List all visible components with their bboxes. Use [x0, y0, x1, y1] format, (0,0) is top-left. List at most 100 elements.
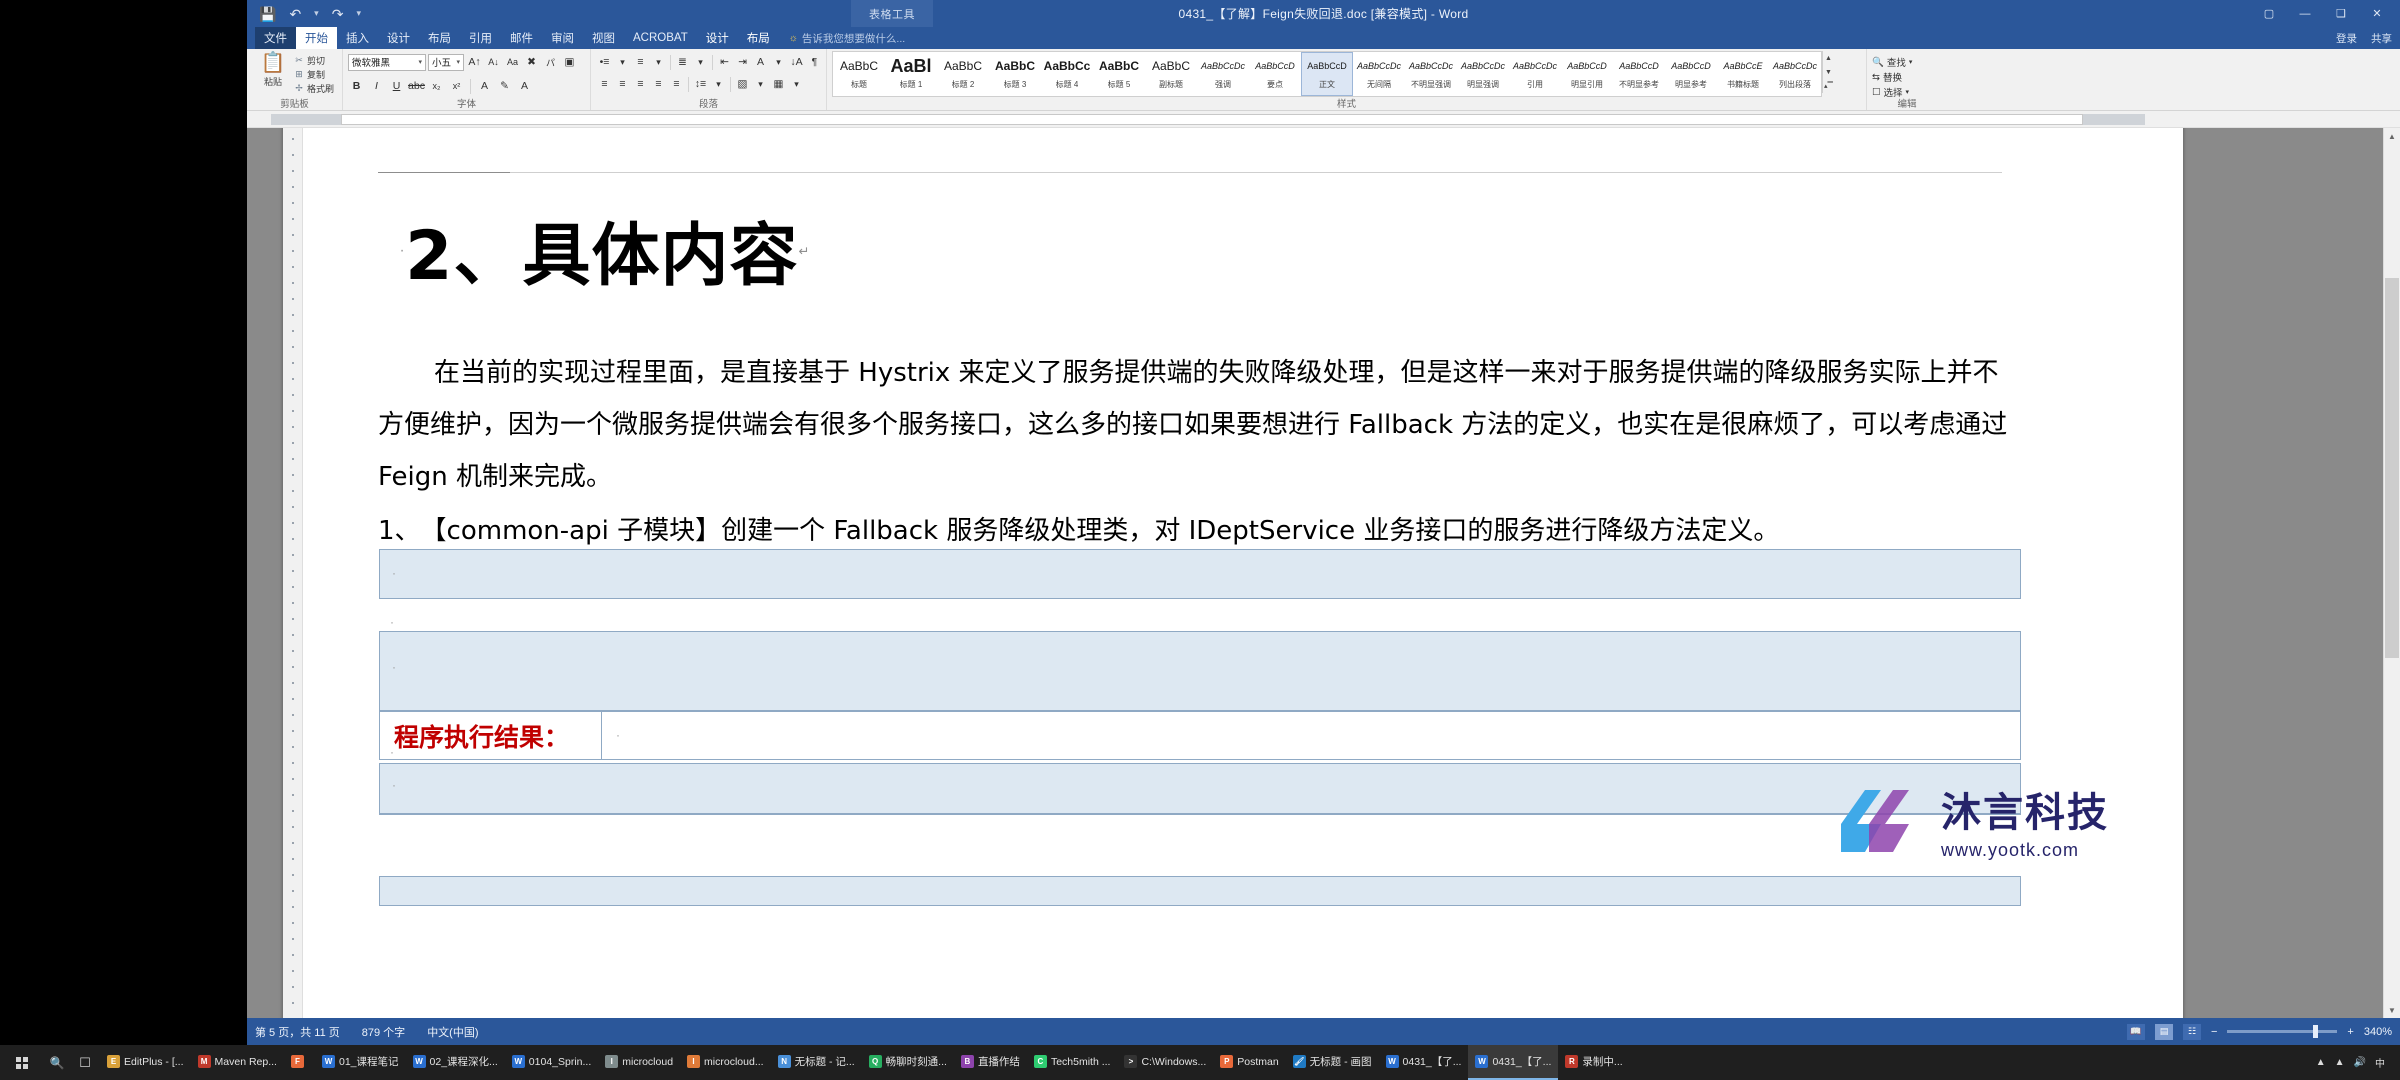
text-effects-icon[interactable]: A: [476, 78, 493, 95]
style-item[interactable]: AaBbC 标题 2: [937, 52, 989, 96]
taskbar-item[interactable]: C Tech5mith ...: [1027, 1045, 1118, 1080]
align-center-icon[interactable]: ≡: [614, 76, 631, 93]
style-item[interactable]: AaBbCcE 书籍标题: [1717, 52, 1769, 96]
language-indicator[interactable]: 中文(中国): [427, 1024, 478, 1040]
close-button[interactable]: ✕: [2360, 0, 2394, 27]
scrollbar-thumb[interactable]: [2385, 278, 2399, 658]
style-item[interactable]: AaBbCcD 明显参考: [1665, 52, 1717, 96]
taskbar-item[interactable]: B 直播作结: [954, 1045, 1027, 1080]
taskbar-item[interactable]: P Postman: [1213, 1045, 1285, 1080]
chevron-down-icon[interactable]: ▾: [770, 54, 787, 71]
phonetic-guide-icon[interactable]: パ: [542, 54, 559, 71]
taskbar-item[interactable]: Imicrocloud...: [680, 1045, 771, 1080]
style-item[interactable]: AaBbC 标题 5: [1093, 52, 1145, 96]
network-icon[interactable]: ▲: [2335, 1057, 2345, 1068]
align-right-icon[interactable]: ≡: [632, 76, 649, 93]
taskbar-item[interactable]: W 0431_【了...: [1379, 1045, 1469, 1080]
strikethrough-icon[interactable]: abc: [408, 78, 425, 95]
taskbar-item[interactable]: N 无标题 - 记...: [771, 1045, 862, 1080]
taskbar-item[interactable]: Imicrocloud: [598, 1045, 680, 1080]
shading-icon[interactable]: ▧: [734, 76, 751, 93]
result-value-cell[interactable]: ·: [602, 712, 2020, 759]
code-table-4[interactable]: [379, 876, 2021, 906]
italic-icon[interactable]: I: [368, 78, 385, 95]
vertical-scrollbar[interactable]: ▲ ▼: [2383, 128, 2400, 1018]
style-item[interactable]: AaBbCcD 要点: [1249, 52, 1301, 96]
underline-icon[interactable]: U: [388, 78, 405, 95]
style-item[interactable]: AaBbCc 标题 4: [1041, 52, 1093, 96]
distribute-icon[interactable]: ≡: [668, 76, 685, 93]
page-indicator[interactable]: 第 5 页，共 11 页: [255, 1024, 340, 1040]
justify-icon[interactable]: ≡: [650, 76, 667, 93]
show-marks-icon[interactable]: ¶: [806, 54, 823, 71]
taskbar-item[interactable]: R 录制中...: [1558, 1045, 1629, 1080]
style-item[interactable]: AaBbCcD 明显引用: [1561, 52, 1613, 96]
scroll-up-icon[interactable]: ▲: [2384, 128, 2400, 144]
zoom-slider[interactable]: [2227, 1025, 2338, 1038]
style-item[interactable]: AaBbCcDc 引用: [1509, 52, 1561, 96]
ribbon-display-options-icon[interactable]: ▢: [2252, 0, 2286, 27]
style-item[interactable]: AaBbCcDc 明显强调: [1457, 52, 1509, 96]
code-table-3[interactable]: ·: [379, 763, 2021, 815]
tab-review[interactable]: 审阅: [542, 27, 583, 49]
tab-file[interactable]: 文件: [255, 27, 296, 49]
line-spacing-icon[interactable]: ↕≡: [692, 76, 709, 93]
style-item[interactable]: AaBbCcD 正文: [1301, 52, 1353, 96]
multilevel-list-icon[interactable]: ≣: [674, 54, 691, 71]
taskbar-item[interactable]: W 01_课程笔记: [315, 1045, 406, 1080]
search-icon[interactable]: 🔍: [44, 1056, 70, 1070]
tab-home[interactable]: 开始: [296, 27, 337, 49]
taskbar-item[interactable]: M Maven Rep...: [191, 1045, 284, 1080]
task-view-icon[interactable]: ☐: [70, 1055, 100, 1071]
superscript-icon[interactable]: x²: [448, 78, 465, 95]
chevron-down-icon[interactable]: ▾: [692, 54, 709, 71]
style-item[interactable]: AaBbCcDc 强调: [1197, 52, 1249, 96]
chevron-down-icon[interactable]: ▾: [752, 76, 769, 93]
chevron-down-icon[interactable]: ▾: [614, 54, 631, 71]
zoom-slider-thumb[interactable]: [2313, 1025, 2319, 1038]
taskbar-item[interactable]: W 0431_【了...: [1468, 1045, 1559, 1080]
clear-formatting-icon[interactable]: ✖: [523, 54, 540, 71]
scroll-down-icon[interactable]: ▼: [2384, 1002, 2400, 1018]
shrink-font-icon[interactable]: A↓: [485, 54, 502, 71]
bold-icon[interactable]: B: [348, 78, 365, 95]
tab-layout[interactable]: 布局: [419, 27, 460, 49]
taskbar-item[interactable]: 🖌 无标题 - 画图: [1286, 1045, 1379, 1080]
grow-font-icon[interactable]: A↑: [466, 54, 483, 71]
sort-icon[interactable]: ↓A: [788, 54, 805, 71]
tab-references[interactable]: 引用: [460, 27, 501, 49]
up-arrow-icon[interactable]: ▲: [2316, 1057, 2326, 1068]
paste-button[interactable]: 📋 粘贴: [252, 51, 294, 88]
share-button[interactable]: 共享: [2371, 31, 2392, 46]
zoom-out-button[interactable]: −: [2211, 1026, 2217, 1038]
restore-button[interactable]: ❑: [2324, 0, 2358, 27]
find-button[interactable]: 🔍 查找 ▾: [1872, 55, 1912, 70]
gallery-down-icon[interactable]: ▼: [1823, 65, 1834, 79]
cut-button[interactable]: ✂ 剪切: [294, 54, 334, 67]
zoom-in-button[interactable]: +: [2347, 1026, 2353, 1038]
style-item[interactable]: AaBbC 标题 3: [989, 52, 1041, 96]
code-table-2-row1[interactable]: ·: [379, 631, 2021, 711]
tab-mailings[interactable]: 邮件: [501, 27, 542, 49]
change-case-icon[interactable]: Aa: [504, 54, 521, 71]
taskbar-item[interactable]: W 0104_Sprin...: [505, 1045, 598, 1080]
volume-icon[interactable]: 🔊: [2354, 1057, 2366, 1068]
style-item[interactable]: AaBbC 副标题: [1145, 52, 1197, 96]
document-canvas[interactable]: ·2、具体内容↵ 在当前的实现过程里面，是直接基于 Hystrix 来定义了服务…: [247, 128, 2400, 1018]
tell-me-box[interactable]: ☼ 告诉我您想要做什么...: [789, 27, 905, 49]
tab-acrobat[interactable]: ACROBAT: [624, 27, 697, 49]
select-button[interactable]: ☐ 选择 ▾: [1872, 85, 1912, 100]
font-color-icon[interactable]: A: [516, 78, 533, 95]
text-highlight-icon[interactable]: ✎: [496, 78, 513, 95]
gallery-up-icon[interactable]: ▲: [1823, 51, 1834, 65]
gallery-more-icon[interactable]: ▴▔: [1823, 79, 1834, 93]
tab-view[interactable]: 视图: [583, 27, 624, 49]
font-size-box[interactable]: 小五 ▾: [428, 53, 464, 71]
signin-link[interactable]: 登录: [2336, 31, 2357, 46]
chevron-down-icon[interactable]: ▾: [650, 54, 667, 71]
bullets-icon[interactable]: •≡: [596, 54, 613, 71]
numbering-icon[interactable]: ≡: [632, 54, 649, 71]
style-item[interactable]: AaBbCcDc 无间隔: [1353, 52, 1405, 96]
borders-icon[interactable]: ▦: [770, 76, 787, 93]
font-name-box[interactable]: 微软雅黑 ▾: [348, 53, 426, 71]
